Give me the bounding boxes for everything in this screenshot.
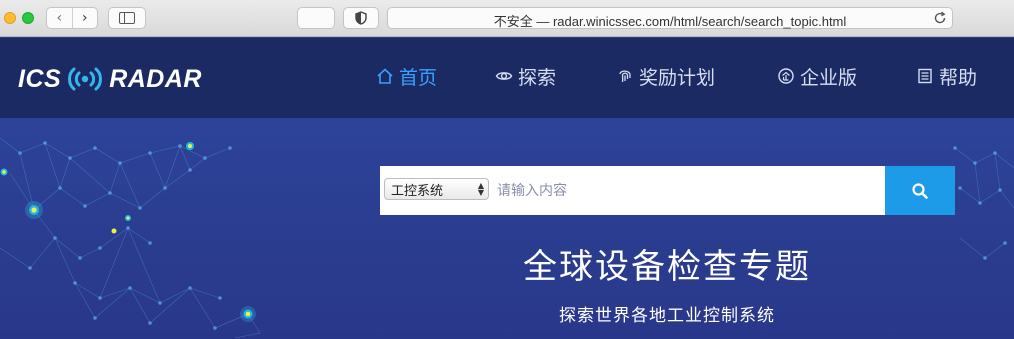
url-text: 不安全 — radar.winicssec.com/html/search/se… <box>493 14 847 29</box>
nav-item-home[interactable]: 首页 <box>376 60 437 92</box>
nav-label-enterprise: 企业版 <box>800 66 858 89</box>
privacy-report-button[interactable] <box>343 7 379 29</box>
tab-overview-button[interactable] <box>297 7 335 29</box>
search-icon <box>912 182 928 199</box>
reload-icon[interactable] <box>933 11 947 25</box>
select-updown-icon: ▲ ▼ <box>477 181 484 197</box>
back-button[interactable]: ‹ <box>47 8 72 28</box>
search-bar: 工控系统 ▲ ▼ <box>380 166 955 215</box>
zoom-window-button[interactable] <box>22 12 34 24</box>
radar-wave-icon <box>68 67 103 91</box>
nav-label-explore: 探索 <box>518 66 557 89</box>
ics-radar-logo[interactable]: ICS RADAR <box>18 65 202 93</box>
enterprise-badge-icon <box>777 67 795 85</box>
search-button[interactable] <box>885 166 955 215</box>
eye-icon <box>495 67 513 85</box>
logo-text-right: RADAR <box>109 64 202 93</box>
nav-item-explore[interactable]: 探索 <box>495 60 556 92</box>
home-icon <box>376 67 394 85</box>
nav-item-help[interactable]: 帮助 <box>916 60 977 92</box>
category-select[interactable]: 工控系统 ▲ ▼ <box>384 178 489 200</box>
hero-section: 工控系统 ▲▼ 全球设备检查专题 探索世界各地工业控制系统 <box>0 118 1014 339</box>
nav-item-reward-program[interactable]: 奖励计划 <box>616 60 715 92</box>
sidebar-toggle-button[interactable] <box>108 7 146 29</box>
nav-label-help: 帮助 <box>939 66 978 89</box>
fingerprint-icon <box>616 67 634 85</box>
address-bar[interactable]: 不安全 — radar.winicssec.com/html/search/se… <box>387 7 953 29</box>
hero-subtitle: 探索世界各地工业控制系统 <box>559 306 775 326</box>
nav-label-reward-program: 奖励计划 <box>639 66 716 89</box>
site-header: ICS RADAR 首页 探索 奖励计划 企业版 帮助 <box>0 38 1014 118</box>
logo-text-left: ICS <box>18 64 62 93</box>
browser-toolbar: ‹ › 不安全 — radar.winicssec.com/html/searc… <box>0 0 1014 37</box>
document-list-icon <box>916 67 934 85</box>
hero-title: 全球设备检查专题 <box>523 247 811 287</box>
nav-item-enterprise[interactable]: 企业版 <box>777 60 857 92</box>
category-select-value: 工控系统 <box>391 183 444 199</box>
minimize-window-button[interactable] <box>4 12 16 24</box>
nav-label-home: 首页 <box>399 66 438 89</box>
search-input[interactable] <box>489 166 885 215</box>
history-nav-group: ‹ › <box>46 7 98 29</box>
forward-button[interactable]: › <box>71 8 98 28</box>
sidebar-icon <box>119 12 135 24</box>
shield-icon <box>355 11 367 25</box>
